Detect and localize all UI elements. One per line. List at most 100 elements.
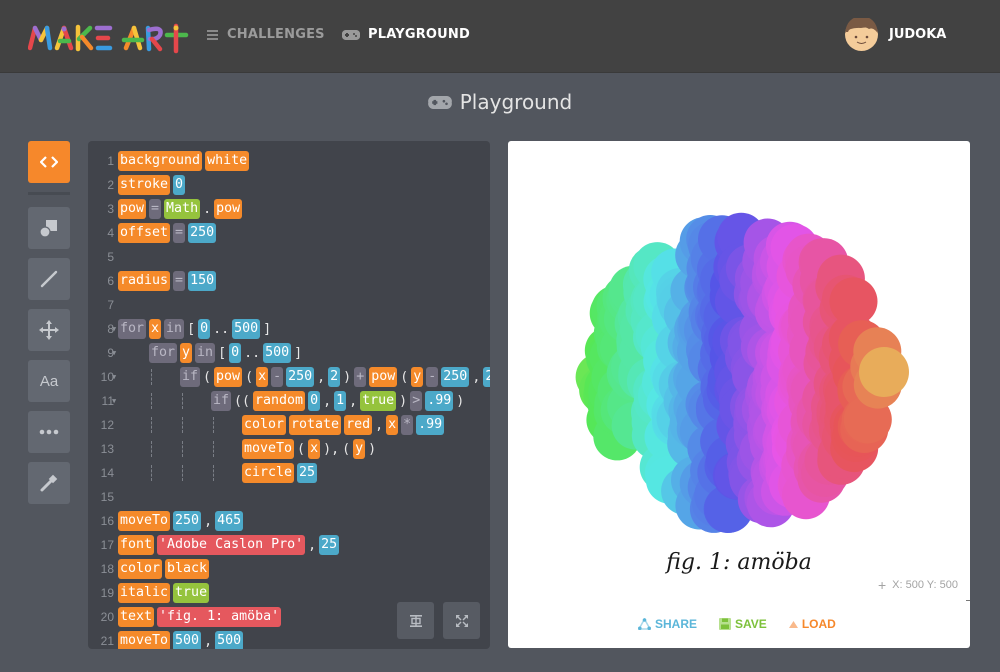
number-token[interactable]: .99 <box>425 391 454 411</box>
punctuation[interactable]: ) <box>399 394 407 409</box>
number-token[interactable]: 0 <box>229 343 242 363</box>
operator-token[interactable]: = <box>173 223 186 243</box>
punctuation[interactable]: , <box>349 394 357 409</box>
code-line[interactable]: 15 <box>88 486 490 508</box>
number-token[interactable]: 250 <box>286 367 315 387</box>
tool-color-picker[interactable] <box>28 462 70 504</box>
function-token[interactable]: x <box>256 367 269 387</box>
number-token[interactable]: 0 <box>173 175 186 195</box>
function-token[interactable]: background <box>118 151 203 171</box>
code-line[interactable]: 5 <box>88 246 490 268</box>
function-token[interactable]: radius <box>118 271 171 291</box>
function-token[interactable]: red <box>344 415 373 435</box>
string-token[interactable]: 'Adobe Caslon Pro' <box>157 535 306 555</box>
resize-handle[interactable] <box>966 600 970 601</box>
number-token[interactable]: .99 <box>416 415 445 435</box>
function-token[interactable]: stroke <box>118 175 171 195</box>
align-button[interactable] <box>397 602 434 639</box>
punctuation[interactable]: ] <box>294 346 302 361</box>
function-token[interactable]: y <box>411 367 424 387</box>
function-token[interactable]: moveTo <box>118 511 171 531</box>
function-token[interactable]: x <box>386 415 399 435</box>
punctuation[interactable]: , <box>308 538 316 553</box>
fold-arrow-icon[interactable]: ▼ <box>112 397 116 405</box>
function-token[interactable]: random <box>253 391 306 411</box>
boolean-token[interactable]: true <box>173 583 210 603</box>
code-line[interactable]: 9 ▼ for y in[0.. 500] <box>88 342 490 364</box>
boolean-token[interactable]: true <box>360 391 397 411</box>
punctuation[interactable]: ( <box>245 370 253 385</box>
fold-arrow-icon[interactable]: ▼ <box>112 349 116 357</box>
number-token[interactable]: 250 <box>188 223 217 243</box>
punctuation[interactable]: ( <box>297 442 305 457</box>
function-token[interactable]: pow <box>369 367 398 387</box>
operator-token[interactable]: for <box>118 319 147 339</box>
operator-token[interactable]: + <box>354 367 367 387</box>
operator-token[interactable]: for <box>149 343 178 363</box>
punctuation[interactable]: , <box>323 394 331 409</box>
function-token[interactable]: pow <box>214 367 243 387</box>
punctuation[interactable]: , <box>472 370 480 385</box>
user-menu[interactable]: JUDOKA <box>845 18 946 51</box>
punctuation[interactable]: ) <box>368 442 376 457</box>
tool-move[interactable] <box>28 309 70 351</box>
punctuation[interactable]: ( <box>400 370 408 385</box>
function-token[interactable]: moveTo <box>242 439 295 459</box>
code-line[interactable]: 18 color black <box>88 558 490 580</box>
punctuation[interactable]: , <box>204 634 212 649</box>
function-token[interactable]: color <box>242 415 287 435</box>
make-art-logo[interactable] <box>28 22 196 54</box>
number-token[interactable]: 25 <box>297 463 318 483</box>
function-token[interactable]: offset <box>118 223 171 243</box>
function-token[interactable]: text <box>118 607 155 627</box>
number-token[interactable]: 500 <box>263 343 292 363</box>
function-token[interactable]: italic <box>118 583 171 603</box>
function-token[interactable]: circle <box>242 463 295 483</box>
code-line[interactable]: 10▼if(pow(x-250,2)+pow(y-250,2)< <box>88 366 490 388</box>
save-button[interactable]: SAVE <box>719 617 767 631</box>
function-token[interactable]: y <box>180 343 193 363</box>
number-token[interactable]: 2 <box>328 367 341 387</box>
operator-token[interactable]: * <box>401 415 414 435</box>
fold-arrow-icon[interactable]: ▼ <box>112 373 116 381</box>
load-button[interactable]: LOAD <box>788 617 836 631</box>
code-line[interactable]: 11 ▼ if((random 0, 1, true) > .99) <box>88 390 490 412</box>
number-token[interactable]: 2 <box>483 367 490 387</box>
punctuation[interactable]: [ <box>187 322 195 337</box>
code-line[interactable]: 6 radius = 150 <box>88 270 490 292</box>
operator-token[interactable]: = <box>149 199 162 219</box>
punctuation[interactable]: ( <box>342 442 350 457</box>
punctuation[interactable]: , <box>317 370 325 385</box>
code-line[interactable]: 14 circle 25 <box>88 462 490 484</box>
share-button[interactable]: SHARE <box>638 617 697 631</box>
code-line[interactable]: 13 moveTo(x),(y) <box>88 438 490 460</box>
punctuation[interactable]: .. <box>213 322 229 337</box>
operator-token[interactable]: in <box>164 319 185 339</box>
nav-challenges[interactable]: CHALLENGES <box>207 27 325 42</box>
punctuation[interactable]: .. <box>244 346 260 361</box>
operator-token[interactable]: if <box>211 391 232 411</box>
function-token[interactable]: black <box>165 559 210 579</box>
punctuation[interactable]: (( <box>234 394 250 409</box>
nav-playground[interactable]: PLAYGROUND <box>342 27 470 42</box>
number-token[interactable]: 1 <box>334 391 347 411</box>
code-line[interactable]: 2 stroke 0 <box>88 174 490 196</box>
code-editor[interactable]: 1 background white 2 stroke 0 3 pow = Math. pow 4 of… <box>88 141 490 649</box>
tool-text[interactable]: Aa <box>28 360 70 402</box>
operator-token[interactable]: if <box>180 367 201 387</box>
code-line[interactable]: 17 font 'Adobe Caslon Pro', 25 <box>88 534 490 556</box>
drawing-canvas[interactable]: fig. 1: amöba <box>508 141 970 603</box>
number-token[interactable]: 250 <box>173 511 202 531</box>
number-token[interactable]: 0 <box>308 391 321 411</box>
function-token[interactable]: moveTo <box>118 631 171 649</box>
code-line[interactable]: 19 italic true <box>88 582 490 604</box>
tool-more[interactable] <box>28 411 70 453</box>
number-token[interactable]: 150 <box>188 271 217 291</box>
punctuation[interactable]: ( <box>203 370 211 385</box>
code-line[interactable]: 12 color rotate red, x * .99 <box>88 414 490 436</box>
operator-token[interactable]: > <box>410 391 423 411</box>
operator-token[interactable]: in <box>195 343 216 363</box>
number-token[interactable]: 500 <box>215 631 244 649</box>
code-line[interactable]: 3 pow = Math. pow <box>88 198 490 220</box>
function-token[interactable]: font <box>118 535 155 555</box>
